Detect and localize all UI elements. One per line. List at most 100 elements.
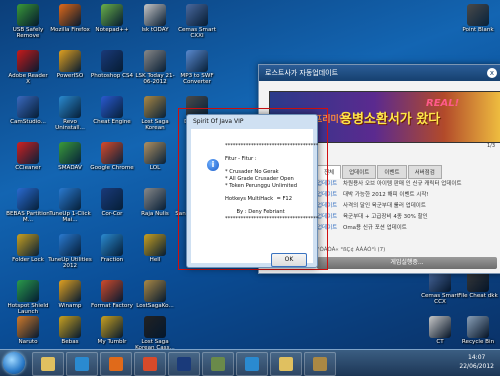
app-icon bbox=[17, 188, 39, 210]
desktop-icon-label: Format Factory bbox=[91, 303, 133, 309]
desktop-icon[interactable]: Raja Nulis bbox=[133, 188, 177, 217]
desktop-icon-label: Folder Lock bbox=[12, 257, 44, 263]
desktop-icon[interactable]: File Cheat dkk bbox=[456, 270, 500, 299]
desktop-icon[interactable]: Format Factory bbox=[90, 280, 134, 309]
desktop-icon[interactable]: Cemas Smart CXXI bbox=[175, 4, 219, 40]
desktop-icon[interactable]: TuneUp Utilities 2012 bbox=[48, 234, 92, 270]
banner-tag: REAL! bbox=[426, 98, 460, 109]
notice-row[interactable]: 업데이트 Oma용 신규 포션 업데이트 bbox=[317, 223, 497, 234]
system-clock[interactable]: 14:07 22/06/2012 bbox=[459, 353, 494, 371]
desktop-icon[interactable]: MP3 to SWF Converter bbox=[175, 50, 219, 86]
taskbar-button-media[interactable] bbox=[66, 352, 98, 376]
app-icon bbox=[17, 142, 39, 164]
clock-date: 22/06/2012 bbox=[459, 363, 494, 370]
desktop-icon-label: PowerISO bbox=[56, 73, 84, 79]
desktop-icon[interactable]: SMADAV bbox=[48, 142, 92, 171]
desktop-icon[interactable]: CamStudio... bbox=[6, 96, 50, 125]
desktop-icon-label: Hotspot Shield Launch bbox=[7, 303, 49, 316]
desktop-icon[interactable]: USB Safely Remove bbox=[6, 4, 50, 40]
app-icon bbox=[59, 96, 81, 118]
desktop-icon[interactable]: Hell bbox=[133, 234, 177, 263]
desktop-icon-label: CCleaner bbox=[15, 165, 41, 171]
desktop-icon-label: LostSagaKo... bbox=[136, 303, 174, 309]
desktop-icon[interactable]: Adobe Reader X bbox=[6, 50, 50, 86]
taskbar-button-explorer[interactable] bbox=[32, 352, 64, 376]
desktop-icon[interactable]: PowerISO bbox=[48, 50, 92, 79]
desktop-icon-label: Cemas Smart CXXI bbox=[178, 27, 216, 40]
notice-text: 사격의 달인 육군부대 룰러 업데이트 bbox=[343, 203, 426, 209]
desktop-icon[interactable]: Folder Lock bbox=[6, 234, 50, 263]
photoshop-icon bbox=[177, 357, 191, 371]
desktop-icon-label: Fraction bbox=[100, 257, 124, 263]
app-icon bbox=[467, 4, 489, 26]
desktop-icon[interactable]: Lost Saga Korean bbox=[133, 96, 177, 132]
desktop-icon-label: Photoshop CS4 bbox=[90, 73, 134, 79]
notice-text: 차원용사 오브 아이템 판매 인 신규 캐릭터 업데이트 bbox=[343, 181, 462, 187]
desktop-icon[interactable]: Revo Uninstall... bbox=[48, 96, 92, 132]
taskbar-button-lostsaga[interactable] bbox=[304, 352, 336, 376]
notice-row[interactable]: 업데이트 사격의 달인 육군부대 룰러 업데이트 bbox=[317, 201, 497, 212]
desktop-icon-label: Cor-Cor bbox=[101, 211, 123, 217]
notice-row[interactable]: 업데이트 차원용사 오브 아이템 판매 인 신규 캐릭터 업데이트 bbox=[317, 179, 497, 190]
desktop-icon[interactable]: Lost Saga Korean Cass... bbox=[133, 316, 177, 352]
desktop-icon-label: Winamp bbox=[58, 303, 82, 309]
start-game-button[interactable]: 게임실행중... bbox=[317, 257, 497, 269]
desktop-icon[interactable]: CCleaner bbox=[6, 142, 50, 171]
notice-tab[interactable]: 서버점검 bbox=[407, 165, 442, 179]
desktop-icon[interactable]: Bebas bbox=[48, 316, 92, 345]
desktop-icon[interactable]: Fraction bbox=[90, 234, 134, 263]
desktop-icon[interactable]: My Tumblr bbox=[90, 316, 134, 345]
desktop-icon-label: Mozilla Firefox bbox=[50, 27, 90, 33]
desktop-icon-label: MP3 to SWF Converter bbox=[180, 73, 214, 86]
ok-button[interactable]: OK bbox=[271, 253, 307, 267]
taskbar-button-calc[interactable] bbox=[202, 352, 234, 376]
app-icon bbox=[17, 50, 39, 72]
desktop-icon[interactable]: TuneUp 1-Click Mai... bbox=[48, 188, 92, 224]
notice-tab[interactable]: 이벤트 bbox=[377, 165, 407, 179]
desktop-icon[interactable]: Winamp bbox=[48, 280, 92, 309]
desktop-icon[interactable]: LostSagaKo... bbox=[133, 280, 177, 309]
taskbar-button-ie[interactable] bbox=[236, 352, 268, 376]
desktop-icon-label: lsk tODAY bbox=[141, 27, 169, 33]
desktop-icon-label: LOL bbox=[149, 165, 161, 171]
taskbar-button-photoshop[interactable] bbox=[168, 352, 200, 376]
launcher-titlebar[interactable]: 로스트사가 자동업데이트 x bbox=[259, 65, 500, 81]
notice-row[interactable]: 업데이트 대박 가능한 2012 해피 이벤트 시작! bbox=[317, 190, 497, 201]
desktop-icon[interactable]: LOL bbox=[133, 142, 177, 171]
close-icon[interactable]: x bbox=[487, 68, 497, 78]
app-icon bbox=[101, 316, 123, 338]
app-icon bbox=[144, 280, 166, 302]
media-icon bbox=[75, 357, 89, 371]
desktop-icon[interactable]: Recycle Bin bbox=[456, 316, 500, 345]
app-icon bbox=[186, 4, 208, 26]
desktop-icon[interactable]: Notepad++ bbox=[90, 4, 134, 33]
app-icon bbox=[59, 50, 81, 72]
desktop-icon[interactable]: Cheat Engine bbox=[90, 96, 134, 125]
app-icon bbox=[429, 316, 451, 338]
desktop-icon[interactable]: Photoshop CS4 bbox=[90, 50, 134, 79]
notice-tab[interactable]: 업데이트 bbox=[342, 165, 377, 179]
folder-icon bbox=[279, 357, 293, 371]
desktop-icon[interactable]: Point Blank bbox=[456, 4, 500, 33]
desktop-icon[interactable]: BEBAS Partition M... bbox=[6, 188, 50, 224]
desktop-icon[interactable]: Naruto bbox=[6, 316, 50, 345]
start-button[interactable] bbox=[3, 352, 25, 374]
desktop-icon[interactable]: Cor-Cor bbox=[90, 188, 134, 217]
message-dialog: Spirit Of Java VIP i *******************… bbox=[186, 114, 318, 268]
taskbar-button-firefox[interactable] bbox=[100, 352, 132, 376]
app-icon bbox=[101, 142, 123, 164]
taskbar-button-folder[interactable] bbox=[270, 352, 302, 376]
notice-text: 육군부대 + 고급장비 4종 30% 할인 bbox=[343, 214, 428, 220]
desktop-icon[interactable]: Google Chrome bbox=[90, 142, 134, 171]
dialog-title[interactable]: Spirit Of Java VIP bbox=[187, 115, 317, 128]
app-icon bbox=[17, 316, 39, 338]
desktop-icon-label: Bebas bbox=[61, 339, 79, 345]
desktop-icon[interactable]: Mozilla Firefox bbox=[48, 4, 92, 33]
desktop-icon[interactable]: LSK Today 21-06-2012 bbox=[133, 50, 177, 86]
taskbar-button-chrome[interactable] bbox=[134, 352, 166, 376]
notice-row[interactable]: 업데이트 육군부대 + 고급장비 4종 30% 할인 bbox=[317, 212, 497, 223]
desktop-icon[interactable]: Hotspot Shield Launch bbox=[6, 280, 50, 316]
desktop-icon[interactable]: lsk tODAY bbox=[133, 4, 177, 33]
desktop-icon-label: BEBAS Partition M... bbox=[6, 211, 50, 224]
explorer-icon bbox=[41, 357, 55, 371]
